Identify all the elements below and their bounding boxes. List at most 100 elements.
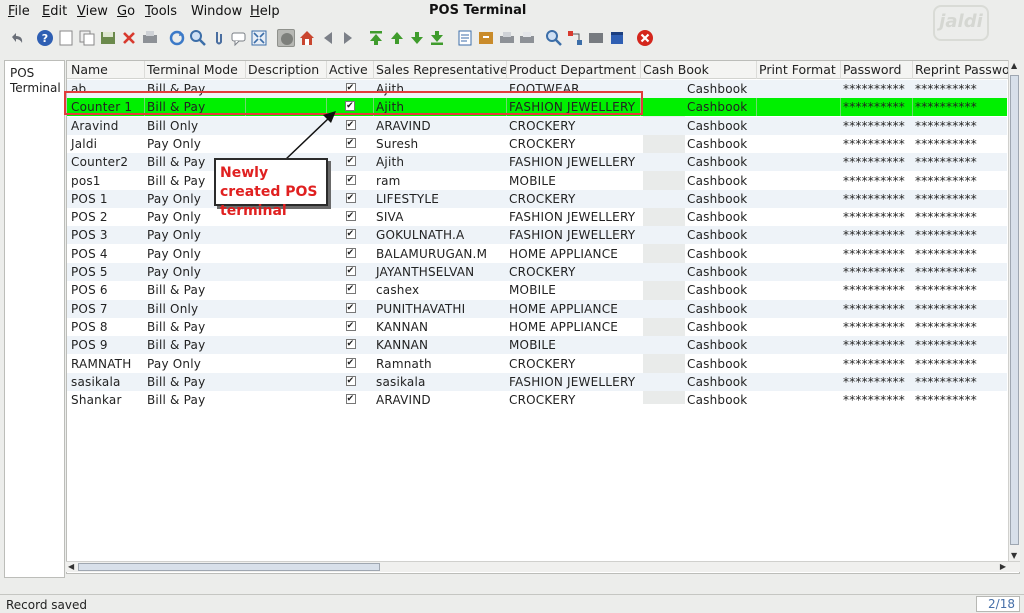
col-product-department-cell[interactable]: MOBILE xyxy=(507,336,641,354)
col-terminal-mode-cell[interactable]: Bill & Pay xyxy=(145,391,246,409)
col-cash-book-cell[interactable]: Cashbook xyxy=(641,336,757,354)
col-password-cell[interactable]: ********** xyxy=(841,80,913,98)
col-description-cell[interactable] xyxy=(246,117,327,135)
request-icon[interactable] xyxy=(587,29,605,47)
table-row[interactable]: POS 8 Bill & Pay ✔ KANNAN HOME APPLIANCE Cash… xyxy=(67,318,1007,336)
col-terminal-mode-cell[interactable]: Bill Only xyxy=(145,117,246,135)
vertical-scroll-thumb[interactable] xyxy=(1010,75,1019,545)
col-password-cell[interactable]: ********** xyxy=(841,263,913,281)
col-product-department-header[interactable]: Product Department xyxy=(507,61,641,79)
col-description-cell[interactable] xyxy=(246,391,327,409)
col-reprint-password-cell[interactable]: ********** xyxy=(913,336,1019,354)
col-description-cell[interactable] xyxy=(246,355,327,373)
col-product-department-cell[interactable]: HOME APPLIANCE xyxy=(507,318,641,336)
new-icon[interactable] xyxy=(57,29,75,47)
workflow-icon[interactable] xyxy=(566,29,584,47)
col-password-cell[interactable]: ********** xyxy=(841,226,913,244)
table-row[interactable]: Shankar Bill & Pay ✔ ARAVIND CROCKERY Cashboo… xyxy=(67,391,1007,409)
col-terminal-mode-cell[interactable]: Bill & Pay xyxy=(145,318,246,336)
col-sales-rep-cell[interactable]: Ajith xyxy=(374,153,507,171)
col-reprint-password-cell[interactable]: ********** xyxy=(913,135,1019,153)
col-reprint-password-cell[interactable]: ********** xyxy=(913,281,1019,299)
attachment-icon[interactable] xyxy=(210,29,228,47)
col-sales-rep-cell[interactable]: Ramnath xyxy=(374,355,507,373)
history-icon[interactable] xyxy=(277,29,295,47)
active-checkbox[interactable]: ✔ xyxy=(327,281,374,299)
col-password-cell[interactable]: ********** xyxy=(841,98,913,117)
col-reprint-password-cell[interactable]: ********** xyxy=(913,98,1019,116)
print-preview-icon[interactable] xyxy=(498,29,516,47)
col-password-cell[interactable]: ********** xyxy=(841,355,913,373)
col-terminal-mode-cell[interactable]: Pay Only xyxy=(145,355,246,373)
tree-item-pos-terminal[interactable]: POS Terminal xyxy=(10,66,70,96)
col-sales-rep-cell[interactable]: KANNAN xyxy=(374,318,507,336)
active-checkbox[interactable]: ✔ xyxy=(327,391,374,409)
col-print-format-cell[interactable] xyxy=(757,245,841,263)
col-print-format-cell[interactable] xyxy=(757,190,841,208)
col-cash-book-cell[interactable]: Cashbook xyxy=(641,190,757,208)
menu-edit[interactable]: Edit xyxy=(42,4,67,19)
col-name-cell[interactable]: Counter2 xyxy=(69,153,145,171)
col-password-cell[interactable]: ********** xyxy=(841,300,913,318)
col-print-format-cell[interactable] xyxy=(757,153,841,171)
first-record-icon[interactable] xyxy=(367,29,385,47)
col-sales-rep-cell[interactable]: ram xyxy=(374,172,507,190)
table-row[interactable]: POS 4 Pay Only ✔ BALAMURUGAN.M HOME APPLIANC… xyxy=(67,245,1007,263)
active-checkbox[interactable]: ✔ xyxy=(327,373,374,391)
active-checkbox[interactable]: ✔ xyxy=(327,226,374,244)
table-row[interactable]: POS 5 Pay Only ✔ JAYANTHSELVAN CROCKERY Cashb… xyxy=(67,263,1007,281)
col-print-format-cell[interactable] xyxy=(757,80,841,98)
scroll-left-icon[interactable]: ◀ xyxy=(68,562,74,571)
horizontal-scroll-thumb[interactable] xyxy=(78,563,380,571)
col-reprint-password-header[interactable]: Reprint Password xyxy=(913,61,1019,79)
col-description-cell[interactable] xyxy=(246,135,327,153)
col-password-cell[interactable]: ********** xyxy=(841,391,913,409)
col-sales-rep-cell[interactable]: GOKULNATH.A xyxy=(374,226,507,244)
col-cash-book-cell[interactable]: Cashbook xyxy=(641,263,757,281)
col-name-cell[interactable]: RAMNATH xyxy=(69,355,145,373)
col-password-cell[interactable]: ********** xyxy=(841,153,913,171)
previous-icon[interactable] xyxy=(319,29,337,47)
col-password-header[interactable]: Password xyxy=(841,61,913,79)
col-description-cell[interactable] xyxy=(246,263,327,281)
col-print-format-cell[interactable] xyxy=(757,355,841,373)
col-print-format-header[interactable]: Print Format xyxy=(757,61,841,79)
menu-tools[interactable]: Tools xyxy=(145,4,177,19)
col-terminal-mode-cell[interactable]: Pay Only xyxy=(145,245,246,263)
zoom-fit-icon[interactable] xyxy=(250,29,268,47)
col-cash-book-header[interactable]: Cash Book xyxy=(641,61,757,79)
col-reprint-password-cell[interactable]: ********** xyxy=(913,190,1019,208)
table-row[interactable]: POS 9 Bill & Pay ✔ KANNAN MOBILE Cashbook ****… xyxy=(67,336,1007,355)
col-cash-book-cell[interactable]: Cashbook xyxy=(641,226,757,244)
col-sales-rep-cell[interactable]: PUNITHAVATHI xyxy=(374,300,507,318)
archive-icon[interactable] xyxy=(477,29,495,47)
col-description-cell[interactable] xyxy=(246,245,327,263)
col-product-department-cell[interactable]: FASHION JEWELLERY xyxy=(507,208,641,226)
active-checkbox[interactable]: ✔ xyxy=(327,263,374,281)
col-reprint-password-cell[interactable]: ********** xyxy=(913,391,1019,409)
col-cash-book-cell[interactable]: Cashbook xyxy=(641,172,757,190)
col-product-department-cell[interactable]: CROCKERY xyxy=(507,263,641,281)
col-password-cell[interactable]: ********** xyxy=(841,190,913,208)
col-reprint-password-cell[interactable]: ********** xyxy=(913,355,1019,373)
menu-view[interactable]: View xyxy=(77,4,108,19)
table-row[interactable]: RAMNATH Pay Only ✔ Ramnath CROCKERY Cashbook *… xyxy=(67,355,1007,373)
col-cash-book-cell[interactable]: Cashbook xyxy=(641,208,757,226)
col-password-cell[interactable]: ********** xyxy=(841,117,913,135)
col-name-cell[interactable]: POS 5 xyxy=(69,263,145,281)
col-cash-book-cell[interactable]: Cashbook xyxy=(641,391,757,409)
active-checkbox[interactable]: ✔ xyxy=(327,318,374,336)
col-name-cell[interactable]: sasikala xyxy=(69,373,145,391)
col-print-format-cell[interactable] xyxy=(757,117,841,135)
table-row[interactable]: Jaldi Pay Only ✔ Suresh CROCKERY Cashbook ****… xyxy=(67,135,1007,153)
zoom-across-icon[interactable] xyxy=(545,29,563,47)
col-product-department-cell[interactable]: CROCKERY xyxy=(507,391,641,409)
col-sales-rep-cell[interactable]: KANNAN xyxy=(374,336,507,354)
col-terminal-mode-cell[interactable]: Pay Only xyxy=(145,135,246,153)
col-reprint-password-cell[interactable]: ********** xyxy=(913,245,1019,263)
col-reprint-password-cell[interactable]: ********** xyxy=(913,300,1019,318)
col-password-cell[interactable]: ********** xyxy=(841,336,913,354)
col-product-department-cell[interactable]: CROCKERY xyxy=(507,355,641,373)
col-sales-rep-cell[interactable]: cashex xyxy=(374,281,507,299)
find-icon[interactable] xyxy=(189,29,207,47)
